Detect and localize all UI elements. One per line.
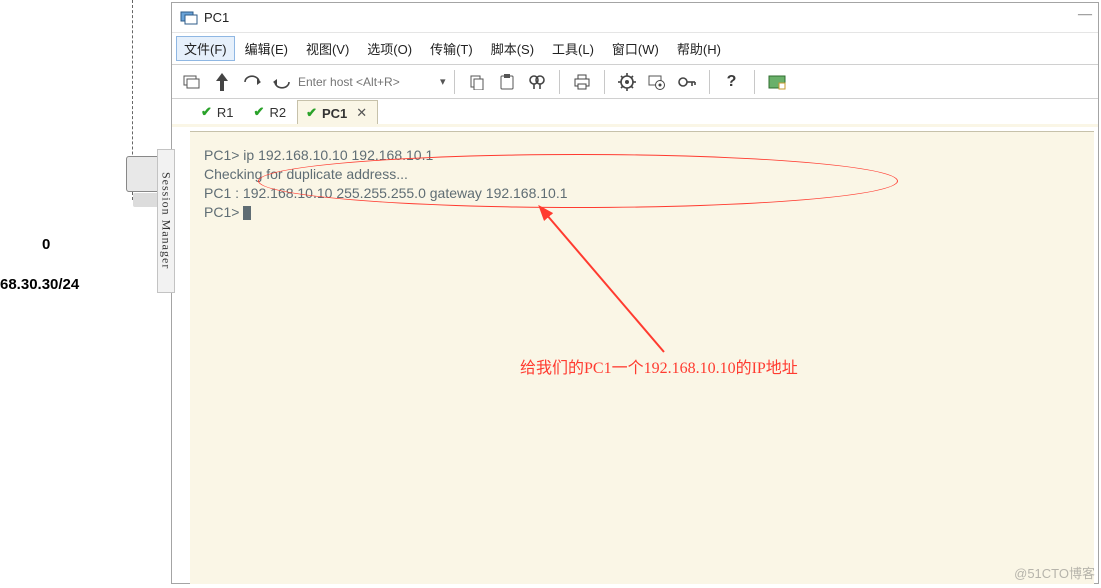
menu-file[interactable]: 文件(F) bbox=[176, 36, 235, 61]
check-icon: ✔ bbox=[201, 104, 212, 120]
tab-r1[interactable]: ✔ R1 bbox=[192, 99, 245, 124]
tab-label: PC1 bbox=[322, 106, 347, 121]
menu-tools[interactable]: 工具(L) bbox=[544, 36, 602, 61]
node-label: 0 bbox=[42, 236, 50, 253]
session-manager-tab[interactable]: Session Manager bbox=[157, 149, 175, 293]
window-title: PC1 bbox=[204, 10, 229, 25]
terminal[interactable]: PC1> ip 192.168.10.10 192.168.10.1 Check… bbox=[190, 131, 1094, 584]
key-icon[interactable] bbox=[673, 68, 701, 96]
find-icon[interactable] bbox=[523, 68, 551, 96]
annotation-text: 给我们的PC1一个192.168.10.10的IP地址 bbox=[520, 354, 798, 378]
menu-view[interactable]: 视图(V) bbox=[298, 36, 357, 61]
session-options-icon[interactable] bbox=[643, 68, 671, 96]
screenshot-icon[interactable] bbox=[763, 68, 791, 96]
tab-r2[interactable]: ✔ R2 bbox=[245, 99, 298, 124]
toolbar: ▾ ? bbox=[172, 65, 1098, 99]
separator bbox=[754, 70, 755, 94]
separator bbox=[709, 70, 710, 94]
sessions-icon[interactable] bbox=[178, 68, 206, 96]
separator bbox=[604, 70, 605, 94]
annotation-arrow bbox=[534, 202, 694, 367]
tab-pc1[interactable]: ✔ PC1 ✕ bbox=[297, 100, 378, 124]
disconnect-icon[interactable] bbox=[268, 68, 296, 96]
app-icon bbox=[180, 9, 198, 27]
separator bbox=[559, 70, 560, 94]
watermark: @51CTO博客 bbox=[1014, 563, 1095, 582]
options-icon[interactable] bbox=[613, 68, 641, 96]
session-manager-label: Session Manager bbox=[159, 172, 174, 269]
menubar: 文件(F) 编辑(E) 视图(V) 选项(O) 传输(T) 脚本(S) 工具(L… bbox=[172, 33, 1098, 65]
menu-transfer[interactable]: 传输(T) bbox=[422, 36, 481, 61]
check-icon: ✔ bbox=[306, 105, 317, 121]
help-icon[interactable]: ? bbox=[718, 68, 746, 96]
quick-connect-icon[interactable] bbox=[208, 68, 236, 96]
annotation-ellipse bbox=[258, 154, 898, 208]
menu-window[interactable]: 窗口(W) bbox=[604, 36, 667, 61]
close-tab-button[interactable]: ✕ bbox=[356, 105, 367, 121]
host-dropdown-icon[interactable]: ▾ bbox=[440, 75, 446, 88]
menu-help[interactable]: 帮助(H) bbox=[669, 36, 729, 61]
tabbar: ✔ R1 ✔ R2 ✔ PC1 ✕ bbox=[172, 99, 1098, 127]
titlebar[interactable]: PC1 — bbox=[172, 3, 1098, 33]
canvas-behind: 0 68.30.30/24 bbox=[0, 0, 160, 586]
tab-label: R1 bbox=[217, 105, 234, 120]
subnet-label: 68.30.30/24 bbox=[0, 276, 79, 293]
menu-edit[interactable]: 编辑(E) bbox=[237, 36, 296, 61]
separator bbox=[454, 70, 455, 94]
terminal-window: Session Manager PC1 — 文件(F) 编辑(E) 视图(V) … bbox=[171, 2, 1099, 584]
menu-script[interactable]: 脚本(S) bbox=[483, 36, 542, 61]
minimize-button[interactable]: — bbox=[1078, 7, 1092, 23]
copy-icon[interactable] bbox=[463, 68, 491, 96]
menu-options[interactable]: 选项(O) bbox=[359, 36, 420, 61]
host-input[interactable] bbox=[298, 71, 438, 93]
cursor-icon bbox=[243, 206, 251, 220]
reconnect-icon[interactable] bbox=[238, 68, 266, 96]
print-icon[interactable] bbox=[568, 68, 596, 96]
tab-label: R2 bbox=[269, 105, 286, 120]
paste-icon[interactable] bbox=[493, 68, 521, 96]
check-icon: ✔ bbox=[254, 104, 265, 120]
